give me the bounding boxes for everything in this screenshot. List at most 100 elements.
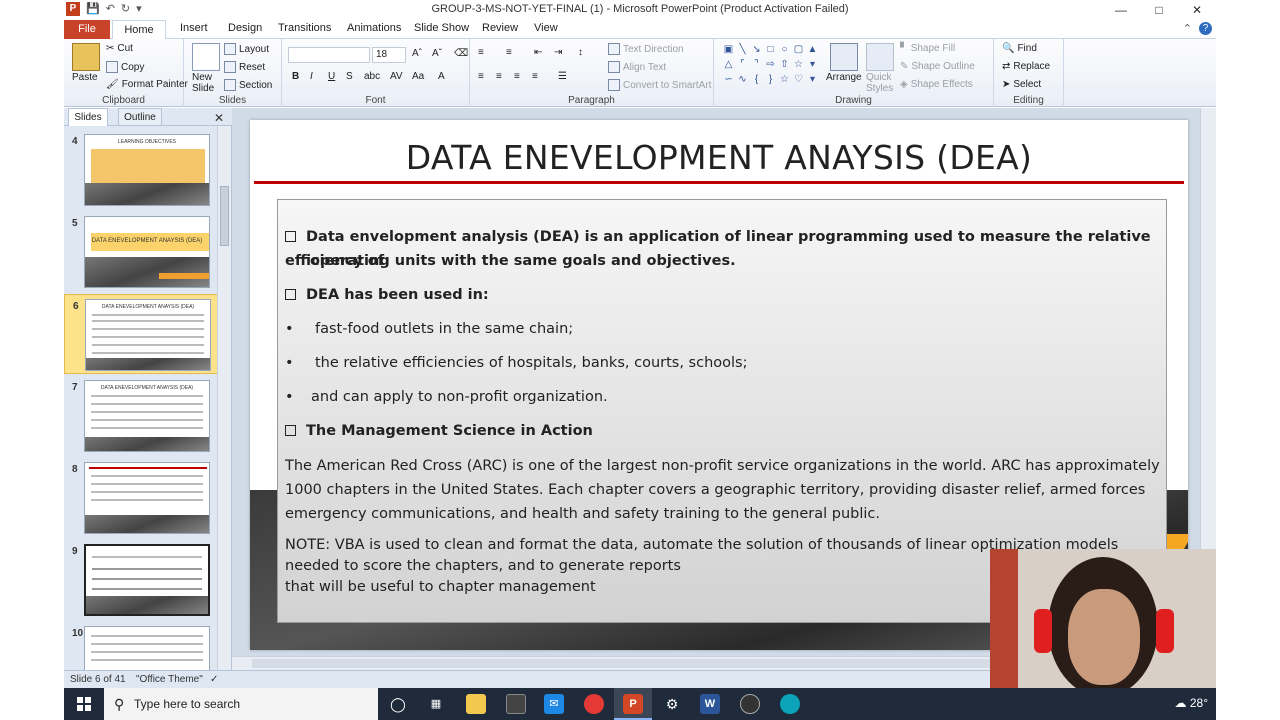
powerpoint-taskbar-icon[interactable]: P (623, 694, 643, 714)
cut-button[interactable]: ✂ Cut (106, 43, 133, 54)
brace-shape-icon[interactable]: { (750, 73, 763, 87)
tab-home[interactable]: Home (112, 20, 166, 40)
roundrect-shape-icon[interactable]: ▢ (792, 43, 805, 57)
weather-tray[interactable]: ☁ 28° (1175, 696, 1209, 710)
expand-shapes-icon[interactable]: ▾ (806, 73, 819, 87)
tab-file[interactable]: File (64, 20, 110, 39)
tab-transitions[interactable]: Transitions (278, 22, 331, 34)
change-case-button[interactable]: Aa (412, 71, 424, 82)
tab-slide-show[interactable]: Slide Show (414, 22, 469, 34)
mail-icon[interactable]: ✉ (544, 694, 564, 714)
more-shapes-icon[interactable]: ▲ (806, 43, 819, 57)
star-shape-icon[interactable]: ☆ (792, 58, 805, 72)
section-button[interactable]: Section (224, 79, 272, 91)
numbering-icon[interactable]: ≡ (506, 47, 512, 58)
close-pane-icon[interactable]: ✕ (214, 111, 224, 125)
tab-animations[interactable]: Animations (347, 22, 401, 34)
cortana-icon[interactable]: ◯ (388, 694, 408, 714)
spacing-button[interactable]: AV (390, 71, 403, 82)
new-slide-button[interactable]: New Slide (192, 72, 222, 94)
arrow-shape-icon[interactable]: ↘ (750, 43, 763, 57)
oval-shape-icon[interactable]: ○ (778, 43, 791, 57)
maximize-button[interactable]: □ (1140, 0, 1178, 20)
font-size-combo[interactable]: 18 (372, 47, 406, 63)
slide-thumbnail-9[interactable]: 9 (64, 540, 218, 620)
slide-thumbnail-6[interactable]: 6 DATA ENEVELOPMENT ANAYSIS (DEA) (64, 294, 218, 374)
grow-font-icon[interactable]: Aˆ (412, 48, 422, 59)
heart-shape-icon[interactable]: ♡ (792, 73, 805, 87)
tab-insert[interactable]: Insert (180, 22, 208, 34)
theme-name[interactable]: "Office Theme" (136, 674, 203, 685)
line-spacing-icon[interactable]: ↕ (578, 47, 583, 58)
help-icon[interactable]: ? (1199, 22, 1212, 35)
replace-button[interactable]: ⇄ Replace (1002, 61, 1050, 72)
shapes-gallery[interactable]: ▣ ╲ ↘ □ ○ ▢ ▲ △ ⌜ ⌝ ⇨ ⇧ ☆ ▾ ∽ ∿ { } ☆ ♡ (722, 43, 818, 89)
close-button[interactable]: ✕ (1178, 0, 1216, 20)
start-button[interactable] (64, 688, 104, 720)
slide-thumbnail-10[interactable]: 10 (64, 622, 218, 670)
file-explorer-icon[interactable] (466, 694, 486, 714)
arrange-button[interactable]: Arrange (826, 72, 862, 83)
triangle-shape-icon[interactable]: △ (722, 58, 735, 72)
tab-outline[interactable]: Outline (118, 108, 162, 126)
store-icon[interactable] (506, 694, 526, 714)
settings-icon[interactable]: ⚙ (662, 694, 682, 714)
select-button[interactable]: ➤ Select (1002, 79, 1041, 90)
new-slide-icon[interactable] (192, 43, 220, 71)
minimize-button[interactable]: — (1102, 0, 1140, 20)
scroll-shapes-icon[interactable]: ▾ (806, 58, 819, 72)
copy-button[interactable]: Copy (106, 61, 144, 73)
tab-view[interactable]: View (534, 22, 558, 34)
decrease-indent-icon[interactable]: ⇤ (534, 47, 542, 58)
pane-scroll-thumb[interactable] (220, 186, 229, 246)
slide-title[interactable]: DATA ENEVELOPMENT ANAYSIS (DEA) (250, 138, 1188, 177)
chrome-icon[interactable] (584, 694, 604, 714)
tab-design[interactable]: Design (228, 22, 262, 34)
star2-shape-icon[interactable]: ☆ (778, 73, 791, 87)
justify-icon[interactable]: ≡ (532, 71, 538, 82)
spell-check-icon[interactable]: ✓ (210, 674, 218, 685)
font-family-combo[interactable] (288, 47, 370, 63)
shape-effects-button[interactable]: ◈ Shape Effects (900, 79, 973, 90)
bullets-icon[interactable]: ≡ (478, 47, 484, 58)
brace2-shape-icon[interactable]: } (764, 73, 777, 87)
clear-format-icon[interactable]: ⌫ (454, 48, 468, 59)
shape-fill-button[interactable]: ▘ Shape Fill (900, 43, 955, 54)
font-color-button[interactable]: A (438, 71, 445, 82)
freeform-shape-icon[interactable]: ∿ (736, 73, 749, 87)
elbow-shape-icon[interactable]: ⌜ (736, 58, 749, 72)
tab-slides[interactable]: Slides (68, 108, 108, 126)
bold-button[interactable]: B (292, 71, 299, 82)
rect-shape-icon[interactable]: □ (764, 43, 777, 57)
slide-thumbnail-7[interactable]: 7 DATA ENEVELOPMENT ANAYSIS (DEA) (64, 376, 218, 456)
taskbar-search[interactable]: ⚲ Type here to search (104, 688, 378, 720)
connector-shape-icon[interactable]: ⌝ (750, 58, 763, 72)
right-arrow-shape-icon[interactable]: ⇨ (764, 58, 777, 72)
convert-smartart-button[interactable]: Convert to SmartArt (608, 79, 711, 91)
slide-thumbnail-5[interactable]: 5 DATA ENEVELOPMENT ANAYSIS (DEA) (64, 212, 218, 292)
align-right-icon[interactable]: ≡ (514, 71, 520, 82)
find-button[interactable]: 🔍 Find (1002, 43, 1037, 54)
align-text-button[interactable]: Align Text (608, 61, 666, 73)
arrange-icon[interactable] (830, 43, 858, 71)
reset-button[interactable]: Reset (224, 61, 265, 73)
shape-outline-button[interactable]: ✎ Shape Outline (900, 61, 975, 72)
paste-button[interactable]: Paste (72, 72, 98, 83)
quick-styles-button[interactable]: Quick Styles (866, 72, 893, 94)
pane-scrollbar[interactable] (217, 126, 231, 670)
underline-button[interactable]: U (328, 71, 335, 82)
tab-review[interactable]: Review (482, 22, 518, 34)
task-view-icon[interactable]: ▦ (426, 694, 446, 714)
obs-icon[interactable] (740, 694, 760, 714)
slide-thumbnail-8[interactable]: 8 (64, 458, 218, 538)
format-painter-button[interactable]: 🖌 Format Painter (106, 79, 188, 90)
italic-button[interactable]: I (310, 71, 313, 82)
shrink-font-icon[interactable]: Aˇ (432, 48, 442, 59)
columns-icon[interactable]: ☰ (558, 71, 567, 82)
textbox-shape-icon[interactable]: ▣ (722, 43, 735, 57)
line-shape-icon[interactable]: ╲ (736, 43, 749, 57)
strikethrough-button[interactable]: abc (364, 71, 380, 82)
shadow-button[interactable]: S (346, 71, 353, 82)
edge-icon[interactable] (780, 694, 800, 714)
word-icon[interactable]: W (700, 694, 720, 714)
